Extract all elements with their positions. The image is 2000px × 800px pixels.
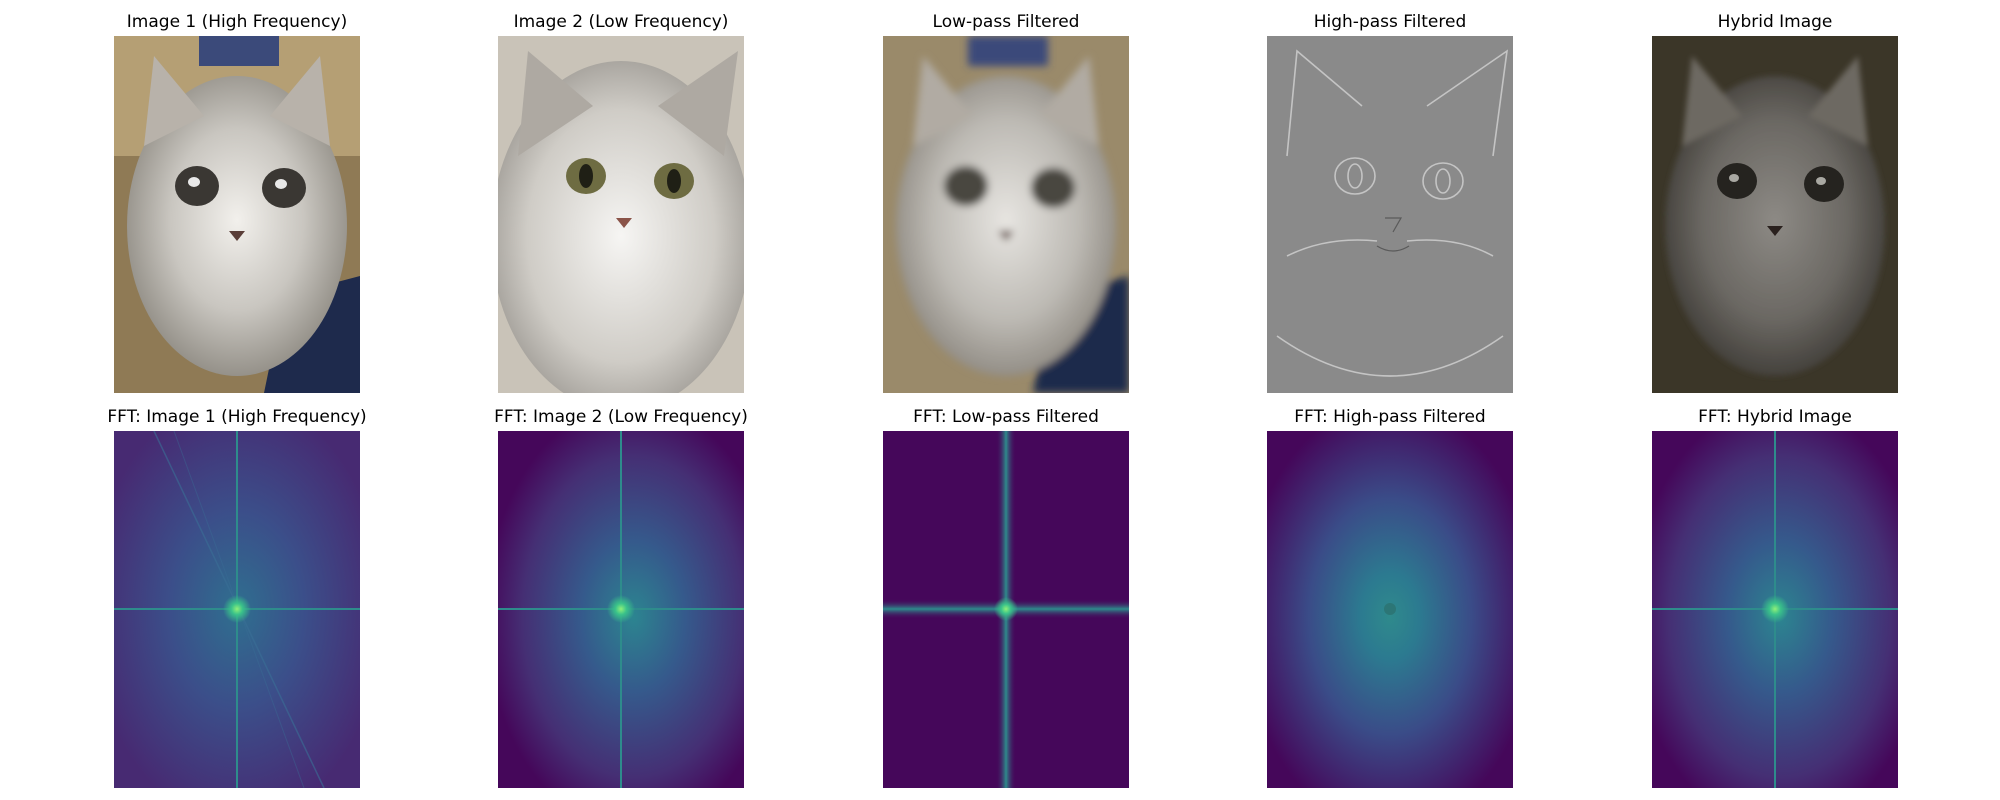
panel-title: FFT: Low-pass Filtered: [913, 407, 1099, 427]
fft-spectrum-high-pass: [1267, 431, 1513, 788]
panel-title: Low-pass Filtered: [932, 12, 1080, 32]
fft-spectrum-low-pass: [883, 431, 1129, 788]
fft-spectrum-image1: [114, 431, 360, 788]
cat-photo-hybrid: [1652, 36, 1898, 393]
cat-photo-low-pass: [883, 36, 1129, 393]
cat-photo-high-pass: [1267, 36, 1513, 393]
panel-title: Hybrid Image: [1717, 12, 1833, 32]
fft-spectrum-hybrid: [1652, 431, 1898, 788]
cat-photo-image1: [114, 36, 360, 393]
panel-title: Image 1 (High Frequency): [126, 12, 348, 32]
cat-photo-image2: [498, 36, 744, 393]
panel-title: High-pass Filtered: [1313, 12, 1467, 32]
panel-title: FFT: Image 2 (Low Frequency): [494, 407, 748, 427]
panel-title: FFT: High-pass Filtered: [1294, 407, 1486, 427]
panel-title: FFT: Hybrid Image: [1698, 407, 1852, 427]
fft-spectrum-image2: [498, 431, 744, 788]
panel-title: Image 2 (Low Frequency): [513, 12, 729, 32]
panel-title: FFT: Image 1 (High Frequency): [107, 407, 367, 427]
